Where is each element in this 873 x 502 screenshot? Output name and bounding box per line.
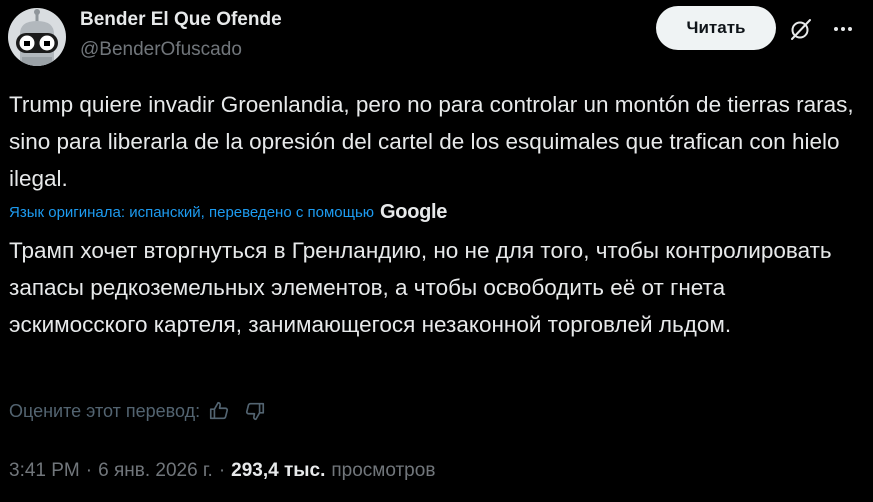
- views-count: 293,4 тыс.: [231, 460, 326, 481]
- translation-attribution: Язык оригинала: испанский, переведено с …: [9, 199, 447, 225]
- meta-separator: ·: [218, 460, 226, 481]
- rate-translation: Оцените этот перевод:: [9, 398, 268, 424]
- tweet-metadata: 3:41 PM · 6 янв. 2026 г. · 293,4 тыс. пр…: [9, 457, 435, 485]
- thumb-up-icon[interactable]: [206, 398, 232, 424]
- tweet-text: Trump quiere invadir Groenlandia, pero n…: [9, 92, 854, 191]
- meta-separator: ·: [85, 460, 93, 481]
- author-handle[interactable]: @BenderOfuscado: [80, 39, 242, 61]
- author-display-name[interactable]: Bender El Que Ofende: [80, 9, 282, 31]
- tweet-date[interactable]: 6 янв. 2026 г.: [98, 460, 213, 482]
- read-button[interactable]: Читать: [656, 6, 776, 50]
- views-label: просмотров: [331, 460, 436, 481]
- thumb-down-icon[interactable]: [242, 398, 268, 424]
- avatar[interactable]: [8, 8, 66, 66]
- more-dots-icon[interactable]: [828, 14, 858, 44]
- rate-translation-label: Оцените этот перевод:: [9, 400, 201, 421]
- google-logo: Google: [380, 200, 448, 223]
- tweet-time[interactable]: 3:41 PM: [9, 460, 80, 482]
- translation-source-link[interactable]: Язык оригинала: испанский, переведено с …: [9, 204, 374, 221]
- translated-text: Трамп хочет вторгнуться в Гренландию, но…: [9, 238, 832, 337]
- grok-slash-icon[interactable]: [786, 14, 816, 44]
- bender-avatar-image: [8, 8, 66, 66]
